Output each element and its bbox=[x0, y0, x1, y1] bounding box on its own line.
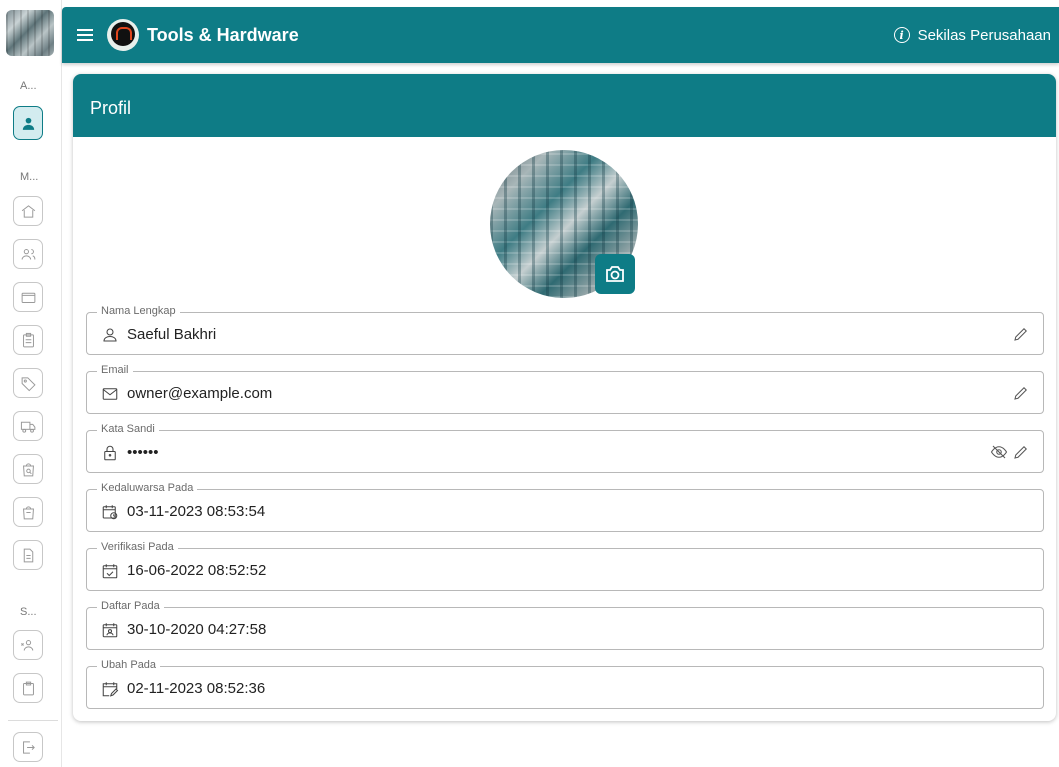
password-value: •••••• bbox=[127, 444, 159, 461]
field-label: Verifikasi Pada bbox=[97, 541, 178, 553]
rail-customers-button[interactable] bbox=[13, 239, 43, 269]
updated-at-value: 02-11-2023 08:52:36 bbox=[127, 680, 266, 697]
document-icon bbox=[23, 548, 33, 562]
rail-reports-button[interactable] bbox=[13, 325, 43, 355]
field-label: Daftar Pada bbox=[97, 600, 164, 612]
pencil-icon[interactable] bbox=[1012, 384, 1030, 402]
bag-icon bbox=[22, 505, 34, 519]
rail-orders-button[interactable] bbox=[13, 497, 43, 527]
field-label: Ubah Pada bbox=[97, 659, 161, 671]
users-icon bbox=[21, 248, 35, 260]
calendar-edit-icon bbox=[102, 682, 119, 697]
user-icon bbox=[22, 117, 34, 130]
brand-logo bbox=[107, 19, 139, 51]
expires-at-value: 03-11-2023 08:53:54 bbox=[127, 503, 266, 520]
page-title: Profil bbox=[73, 74, 1056, 137]
top-app-bar: Tools & Hardware i Sekilas Perusahaan bbox=[62, 7, 1059, 63]
home-icon bbox=[21, 204, 35, 218]
app-logo bbox=[6, 10, 54, 56]
rail-profile-button[interactable] bbox=[13, 106, 43, 140]
info-icon: i bbox=[893, 27, 910, 43]
rail-section-menu: M... bbox=[20, 171, 39, 183]
rail-delivery-button[interactable] bbox=[13, 411, 43, 441]
eye-off-icon[interactable] bbox=[990, 443, 1008, 461]
clipboard-copy-icon bbox=[22, 681, 34, 695]
field-label: Nama Lengkap bbox=[97, 305, 180, 317]
email-value: owner@example.com bbox=[127, 385, 273, 402]
users-x-icon bbox=[20, 639, 33, 651]
full-name-field[interactable]: Nama Lengkap Saeful Bakhri bbox=[86, 305, 1044, 355]
rail-folder-button[interactable] bbox=[13, 282, 43, 312]
menu-icon[interactable] bbox=[77, 29, 93, 41]
app-title: Tools & Hardware bbox=[147, 24, 299, 45]
company-info-label: Sekilas Perusahaan bbox=[917, 26, 1051, 44]
truck-icon bbox=[20, 421, 35, 433]
calendar-clock-icon bbox=[102, 505, 118, 520]
field-label: Kata Sandi bbox=[97, 423, 159, 435]
verified-at-value: 16-06-2022 08:52:52 bbox=[127, 562, 267, 579]
rail-user-roles-button[interactable] bbox=[13, 630, 43, 660]
rail-tags-button[interactable] bbox=[13, 368, 43, 398]
user-icon bbox=[103, 328, 117, 342]
company-info-link[interactable]: i Sekilas Perusahaan bbox=[893, 26, 1051, 44]
registered-at-field: Daftar Pada 30-10-2020 04:27:58 bbox=[86, 600, 1044, 650]
pencil-icon[interactable] bbox=[1012, 325, 1030, 343]
field-label: Kedaluwarsa Pada bbox=[97, 482, 198, 494]
tag-icon bbox=[21, 376, 36, 391]
rail-section-account: A... bbox=[20, 80, 37, 92]
calendar-user-icon bbox=[102, 623, 118, 638]
updated-at-field: Ubah Pada 02-11-2023 08:52:36 bbox=[86, 659, 1044, 709]
field-label: Email bbox=[97, 364, 133, 376]
rail-section-settings: S... bbox=[20, 606, 37, 618]
nav-rail: A... M... S... bbox=[0, 0, 62, 767]
camera-icon bbox=[606, 266, 624, 282]
rail-home-button[interactable] bbox=[13, 196, 43, 226]
pencil-icon[interactable] bbox=[1012, 443, 1030, 461]
bag-search-icon bbox=[22, 462, 34, 476]
clipboard-icon bbox=[22, 332, 34, 347]
rail-purchase-search-button[interactable] bbox=[13, 454, 43, 484]
password-field[interactable]: Kata Sandi •••••• bbox=[86, 423, 1044, 473]
rail-divider bbox=[8, 720, 58, 721]
lock-icon bbox=[104, 445, 116, 461]
calendar-check-icon bbox=[102, 564, 118, 579]
rail-logout-button[interactable] bbox=[13, 732, 43, 762]
profile-card: Profil Nama Lengkap Saeful Bakhri Email … bbox=[73, 74, 1056, 721]
full-name-value: Saeful Bakhri bbox=[127, 326, 217, 343]
change-photo-button[interactable] bbox=[595, 254, 635, 294]
expires-at-field: Kedaluwarsa Pada 03-11-2023 08:53:54 bbox=[86, 482, 1044, 532]
registered-at-value: 30-10-2020 04:27:58 bbox=[127, 621, 267, 638]
mail-icon bbox=[102, 388, 118, 400]
rail-documents-button[interactable] bbox=[13, 540, 43, 570]
logout-icon bbox=[22, 740, 35, 754]
folder-icon bbox=[21, 292, 35, 303]
verified-at-field: Verifikasi Pada 16-06-2022 08:52:52 bbox=[86, 541, 1044, 591]
rail-clipboard-copy-button[interactable] bbox=[13, 673, 43, 703]
email-field[interactable]: Email owner@example.com bbox=[86, 364, 1044, 414]
